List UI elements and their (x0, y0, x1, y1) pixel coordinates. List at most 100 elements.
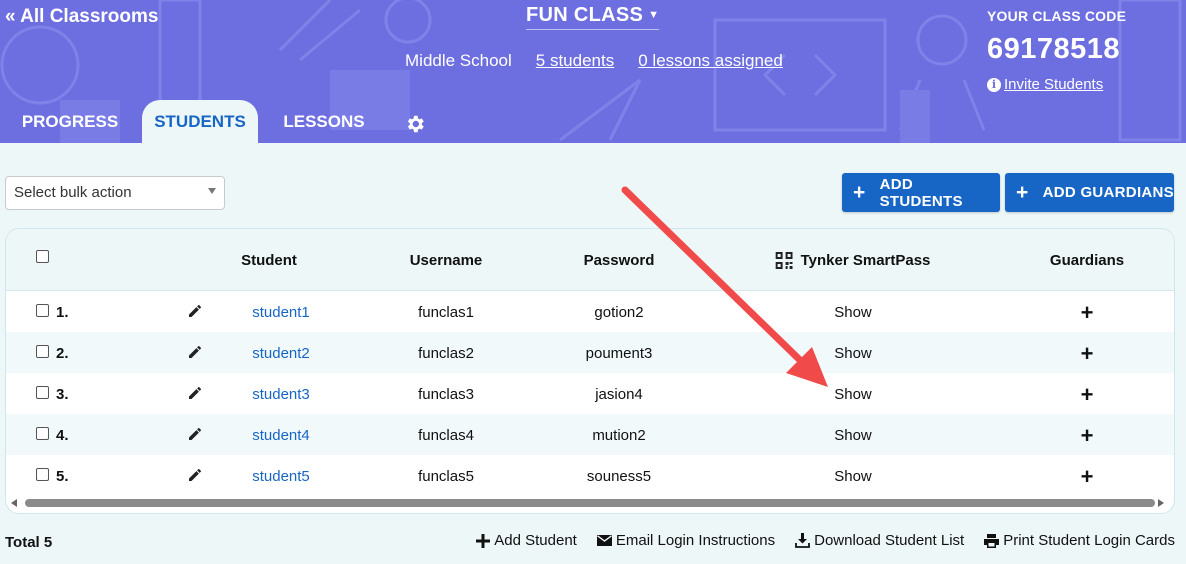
table-row: 3. student3 funclas3 jasion4 Show + (6, 373, 1174, 414)
password-cell: poument3 (585, 345, 653, 362)
download-student-list-link[interactable]: Download Student List (795, 532, 964, 549)
email-login-label: Email Login Instructions (615, 532, 776, 549)
row-checkbox[interactable] (36, 386, 49, 399)
class-code-label: YOUR CLASS CODE (987, 8, 1127, 24)
row-number: 1. (56, 304, 69, 321)
envelope-icon (596, 535, 612, 546)
students-table: Student Username Password Tynker SmartPa… (5, 228, 1175, 514)
smartpass-header-label: Tynker SmartPass (800, 252, 931, 269)
chevron-down-icon (208, 188, 216, 194)
add-guardian-icon[interactable]: + (1081, 302, 1094, 324)
student-name-link[interactable]: student1 (252, 304, 310, 321)
table-row: 4. student4 funclas4 mution2 Show + (6, 414, 1174, 455)
add-guardians-label: ADD GUARDIANS (1042, 184, 1174, 201)
class-level: Middle School (405, 51, 512, 70)
plus-icon: + (1016, 181, 1029, 204)
print-cards-label: Print Student Login Cards (1003, 532, 1175, 549)
horizontal-scrollbar[interactable] (6, 495, 1174, 511)
student-name-link[interactable]: student5 (252, 468, 310, 485)
smartpass-show-link[interactable]: Show (834, 427, 872, 444)
password-cell: mution2 (592, 427, 646, 444)
row-number: 3. (56, 386, 69, 403)
lessons-assigned-link[interactable]: 0 lessons assigned (638, 51, 783, 71)
pencil-icon[interactable] (187, 344, 203, 360)
students-total: Total 5 (5, 534, 53, 551)
row-checkbox[interactable] (36, 304, 49, 317)
invite-students-link[interactable]: i Invite Students (987, 76, 1103, 93)
username-cell: funclas1 (418, 304, 474, 321)
column-header-username[interactable]: Username (410, 252, 483, 269)
table-row: 5. student5 funclas5 souness5 Show + (6, 455, 1174, 496)
download-icon (795, 533, 811, 548)
row-number: 4. (56, 427, 69, 444)
column-header-student[interactable]: Student (241, 252, 297, 269)
username-cell: funclas2 (418, 345, 474, 362)
class-meta: Middle School 5 students 0 lessons assig… (405, 51, 783, 71)
row-number: 5. (56, 468, 69, 485)
smartpass-show-link[interactable]: Show (834, 386, 872, 403)
username-cell: funclas3 (418, 386, 474, 403)
download-list-label: Download Student List (814, 532, 965, 549)
students-count-link[interactable]: 5 students (536, 51, 614, 71)
add-guardian-icon[interactable]: + (1081, 384, 1094, 406)
student-name-link[interactable]: student3 (252, 386, 310, 403)
pencil-icon[interactable] (187, 303, 203, 319)
info-icon: i (987, 77, 1001, 92)
add-student-link[interactable]: Add Student (476, 532, 577, 549)
student-name-link[interactable]: student2 (252, 345, 310, 362)
row-number: 2. (56, 345, 69, 362)
student-name-link[interactable]: student4 (252, 427, 310, 444)
gear-icon[interactable] (404, 113, 426, 135)
table-row: 1. student1 funclas1 gotion2 Show + (6, 291, 1174, 332)
pencil-icon[interactable] (187, 385, 203, 401)
class-name: FUN CLASS (526, 4, 644, 26)
email-login-instructions-link[interactable]: Email Login Instructions (596, 532, 776, 549)
scroll-thumb[interactable] (25, 499, 1155, 507)
bulk-action-select[interactable]: Select bulk action (5, 176, 225, 210)
smartpass-show-link[interactable]: Show (834, 345, 872, 362)
tab-students[interactable]: STUDENTS (142, 100, 258, 143)
add-students-label: ADD STUDENTS (879, 175, 963, 210)
printer-icon (984, 533, 1000, 548)
all-classrooms-link[interactable]: « All Classrooms (5, 6, 158, 28)
class-code: 69178518 (987, 33, 1121, 65)
caret-down-icon: ▼ (648, 9, 660, 21)
password-cell: jasion4 (595, 386, 643, 403)
add-student-label: Add Student (494, 532, 577, 549)
bulk-action-value: Select bulk action (14, 184, 132, 201)
tab-progress[interactable]: PROGRESS (12, 100, 128, 143)
plus-icon (476, 533, 491, 548)
add-students-button[interactable]: + ADD STUDENTS (842, 173, 1000, 212)
row-checkbox[interactable] (36, 427, 49, 440)
select-all-checkbox[interactable] (36, 250, 49, 263)
print-login-cards-link[interactable]: Print Student Login Cards (984, 532, 1175, 549)
add-guardians-button[interactable]: + ADD GUARDIANS (1005, 173, 1174, 212)
row-checkbox[interactable] (36, 468, 49, 481)
scroll-left-icon[interactable] (11, 499, 17, 507)
pencil-icon[interactable] (187, 467, 203, 483)
class-tabs: PROGRESS STUDENTS LESSONS (0, 100, 470, 143)
row-checkbox[interactable] (36, 345, 49, 358)
add-guardian-icon[interactable]: + (1081, 466, 1094, 488)
qr-code-icon (775, 252, 793, 269)
add-guardian-icon[interactable]: + (1081, 343, 1094, 365)
pencil-icon[interactable] (187, 426, 203, 442)
password-cell: gotion2 (594, 304, 644, 321)
scroll-right-icon[interactable] (1158, 499, 1164, 507)
table-row: 2. student2 funclas2 poument3 Show + (6, 332, 1174, 373)
tab-lessons[interactable]: LESSONS (272, 100, 376, 143)
column-header-guardians: Guardians (1049, 252, 1125, 269)
username-cell: funclas5 (418, 468, 474, 485)
footer-actions: Add Student Email Login Instructions Dow… (476, 532, 1175, 549)
password-cell: souness5 (586, 468, 652, 485)
class-name-dropdown[interactable]: FUN CLASS ▼ (526, 4, 660, 30)
invite-students-label: Invite Students (1004, 76, 1104, 93)
smartpass-show-link[interactable]: Show (834, 304, 872, 321)
smartpass-show-link[interactable]: Show (834, 468, 872, 485)
column-header-password[interactable]: Password (584, 252, 655, 269)
add-guardian-icon[interactable]: + (1081, 425, 1094, 447)
column-header-smartpass[interactable]: Tynker SmartPass (775, 252, 931, 269)
username-cell: funclas4 (418, 427, 474, 444)
class-header: « All Classrooms FUN CLASS ▼ Middle Schoo… (0, 0, 1186, 143)
plus-icon: + (853, 181, 866, 204)
